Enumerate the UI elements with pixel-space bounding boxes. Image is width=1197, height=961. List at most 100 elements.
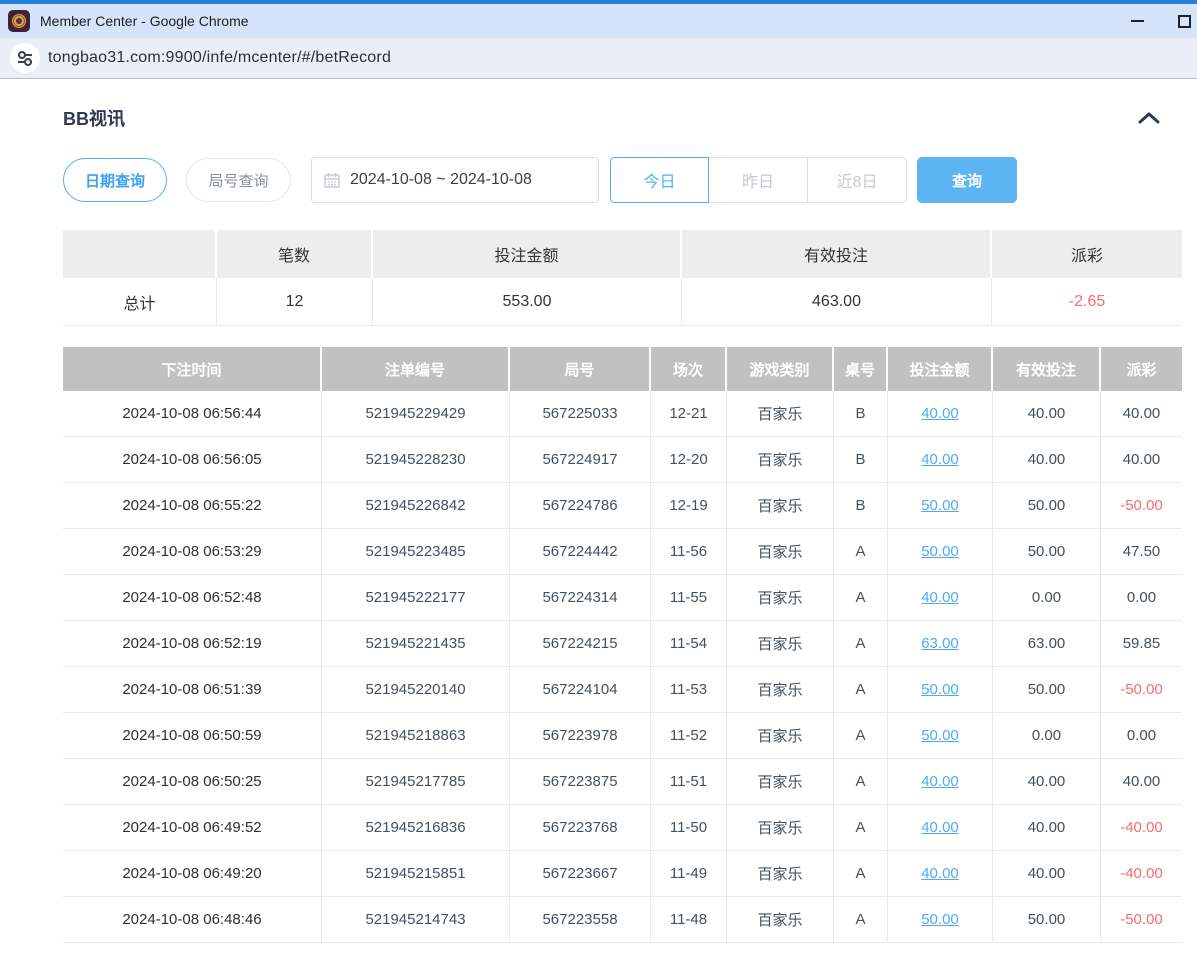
cell-bet-id: 521945215851 — [322, 851, 510, 897]
cell-bet-time: 2024-10-08 06:53:29 — [63, 529, 322, 575]
cell-round-id: 567224314 — [510, 575, 651, 621]
cell-bet-amount: 63.00 — [888, 621, 993, 667]
bet-amount-link[interactable]: 63.00 — [921, 635, 959, 652]
date-range-picker[interactable]: 2024-10-08 ~ 2024-10-08 — [311, 157, 599, 203]
cell-game-type: 百家乐 — [727, 391, 834, 437]
cell-table-no: B — [834, 437, 888, 483]
cell-bet-amount: 40.00 — [888, 759, 993, 805]
summary-header-bet: 投注金额 — [373, 230, 682, 278]
cell-bet-time: 2024-10-08 06:49:20 — [63, 851, 322, 897]
cell-valid-bet: 0.00 — [993, 713, 1101, 759]
cell-session: 12-20 — [651, 437, 727, 483]
cell-game-type: 百家乐 — [727, 851, 834, 897]
summary-header-valid: 有效投注 — [682, 230, 992, 278]
table-row: 2024-10-08 06:48:46 521945214743 5672235… — [63, 897, 1182, 943]
cell-payout: -50.00 — [1101, 483, 1182, 529]
cell-bet-id: 521945223485 — [322, 529, 510, 575]
bet-amount-link[interactable]: 50.00 — [921, 911, 959, 928]
cell-game-type: 百家乐 — [727, 437, 834, 483]
yesterday-button[interactable]: 昨日 — [709, 157, 808, 203]
cell-bet-id: 521945220140 — [322, 667, 510, 713]
cell-round-id: 567224442 — [510, 529, 651, 575]
cell-valid-bet: 40.00 — [993, 391, 1101, 437]
summary-valid-bet: 463.00 — [682, 278, 992, 326]
bet-amount-link[interactable]: 50.00 — [921, 681, 959, 698]
address-bar[interactable]: tongbao31.com:9900/infe/mcenter/#/betRec… — [0, 38, 1197, 79]
cell-table-no: A — [834, 713, 888, 759]
cell-valid-bet: 50.00 — [993, 483, 1101, 529]
cell-bet-id: 521945217785 — [322, 759, 510, 805]
cell-bet-id: 521945228230 — [322, 437, 510, 483]
cell-session: 11-55 — [651, 575, 727, 621]
cell-table-no: A — [834, 805, 888, 851]
today-button[interactable]: 今日 — [610, 157, 709, 203]
cell-payout: 40.00 — [1101, 391, 1182, 437]
summary-count: 12 — [217, 278, 373, 326]
cell-bet-time: 2024-10-08 06:50:59 — [63, 713, 322, 759]
cell-round-id: 567224917 — [510, 437, 651, 483]
cell-game-type: 百家乐 — [727, 667, 834, 713]
filter-toolbar: 日期查询 局号查询 2024-10-08 ~ 2024-10-08 今日 昨日 … — [63, 157, 1182, 203]
header-session: 场次 — [651, 347, 727, 391]
header-round-id: 局号 — [510, 347, 651, 391]
bet-amount-link[interactable]: 40.00 — [921, 865, 959, 882]
cell-round-id: 567225033 — [510, 391, 651, 437]
date-range-value[interactable]: 2024-10-08 ~ 2024-10-08 — [350, 171, 532, 189]
app-favicon-icon — [8, 10, 30, 32]
cell-table-no: B — [834, 391, 888, 437]
cell-payout: 40.00 — [1101, 759, 1182, 805]
cell-bet-id: 521945221435 — [322, 621, 510, 667]
cell-session: 11-50 — [651, 805, 727, 851]
round-query-tab[interactable]: 局号查询 — [186, 158, 291, 202]
header-payout: 派彩 — [1101, 347, 1182, 391]
cell-bet-amount: 40.00 — [888, 437, 993, 483]
cell-game-type: 百家乐 — [727, 483, 834, 529]
cell-bet-time: 2024-10-08 06:48:46 — [63, 897, 322, 943]
window-titlebar: Member Center - Google Chrome — [0, 4, 1197, 38]
cell-bet-time: 2024-10-08 06:50:25 — [63, 759, 322, 805]
cell-round-id: 567223768 — [510, 805, 651, 851]
chevron-up-icon[interactable] — [1136, 108, 1162, 128]
query-button[interactable]: 查询 — [917, 157, 1017, 203]
cell-round-id: 567224215 — [510, 621, 651, 667]
records-body: 2024-10-08 06:56:44 521945229429 5672250… — [63, 391, 1182, 943]
cell-valid-bet: 40.00 — [993, 759, 1101, 805]
bet-amount-link[interactable]: 40.00 — [921, 773, 959, 790]
cell-bet-amount: 40.00 — [888, 575, 993, 621]
date-query-tab[interactable]: 日期查询 — [63, 158, 167, 202]
records-header-row: 下注时间 注单编号 局号 场次 游戏类别 桌号 投注金额 有效投注 派彩 — [63, 347, 1182, 391]
cell-valid-bet: 50.00 — [993, 667, 1101, 713]
bet-amount-link[interactable]: 40.00 — [921, 819, 959, 836]
cell-session: 12-19 — [651, 483, 727, 529]
summary-header-payout: 派彩 — [992, 230, 1182, 278]
bet-amount-link[interactable]: 50.00 — [921, 727, 959, 744]
cell-valid-bet: 40.00 — [993, 805, 1101, 851]
header-table-no: 桌号 — [834, 347, 888, 391]
cell-session: 12-21 — [651, 391, 727, 437]
header-game-type: 游戏类别 — [727, 347, 834, 391]
cell-session: 11-51 — [651, 759, 727, 805]
cell-round-id: 567224104 — [510, 667, 651, 713]
bet-amount-link[interactable]: 40.00 — [921, 405, 959, 422]
url-text[interactable]: tongbao31.com:9900/infe/mcenter/#/betRec… — [48, 49, 391, 67]
cell-valid-bet: 63.00 — [993, 621, 1101, 667]
window-title: Member Center - Google Chrome — [40, 13, 249, 29]
cell-valid-bet: 50.00 — [993, 529, 1101, 575]
bet-amount-link[interactable]: 40.00 — [921, 589, 959, 606]
maximize-icon[interactable] — [1178, 15, 1191, 28]
page-title: BB视讯 — [63, 105, 125, 131]
bet-amount-link[interactable]: 40.00 — [921, 451, 959, 468]
cell-payout: -40.00 — [1101, 805, 1182, 851]
tune-icon[interactable] — [10, 43, 40, 73]
bet-amount-link[interactable]: 50.00 — [921, 543, 959, 560]
cell-bet-id: 521945226842 — [322, 483, 510, 529]
cell-session: 11-48 — [651, 897, 727, 943]
cell-bet-amount: 50.00 — [888, 483, 993, 529]
cell-game-type: 百家乐 — [727, 897, 834, 943]
minimize-icon[interactable] — [1131, 20, 1144, 22]
cell-payout: -50.00 — [1101, 667, 1182, 713]
cell-table-no: A — [834, 759, 888, 805]
last-8-days-button[interactable]: 近8日 — [808, 157, 907, 203]
bet-amount-link[interactable]: 50.00 — [921, 497, 959, 514]
cell-round-id: 567224786 — [510, 483, 651, 529]
